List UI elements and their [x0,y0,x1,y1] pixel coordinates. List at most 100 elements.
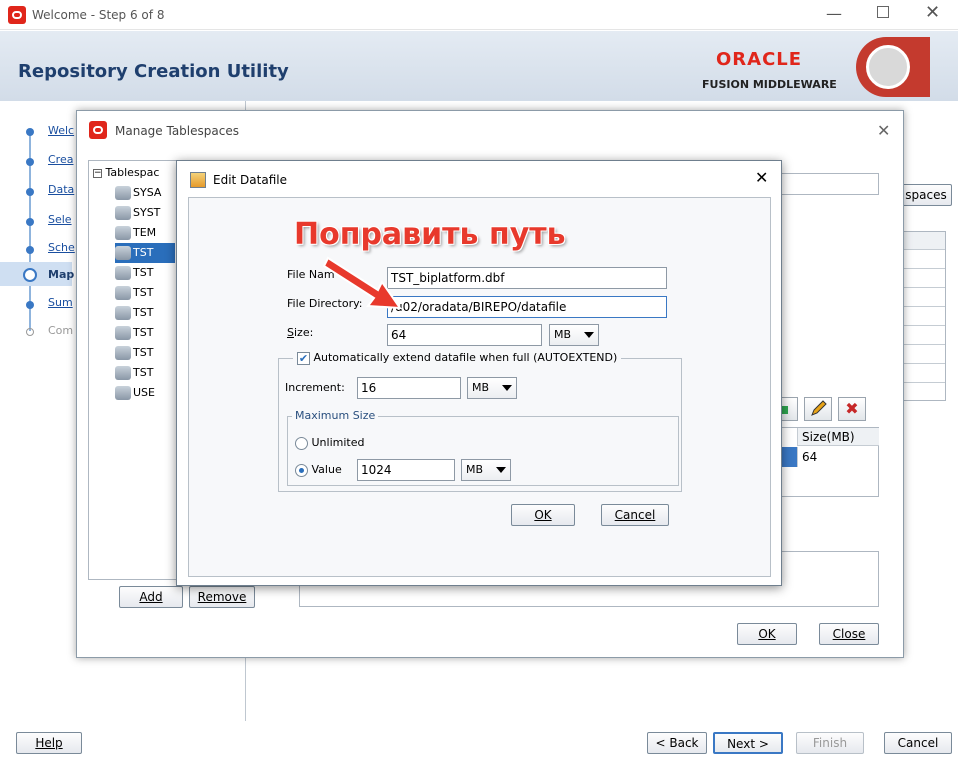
tree-item-label: TST [133,286,154,299]
edit-datafile-pencil-icon[interactable] [804,397,832,421]
chevron-down-icon [502,385,512,391]
step-map[interactable]: Map [48,268,74,281]
database-icon [115,286,131,300]
manage-dialog-title: Manage Tablespaces [115,124,239,138]
tree-item-label: USE [133,386,155,399]
tree-item-label: TST [133,346,154,359]
increment-input[interactable]: 16 [357,377,461,399]
value-radio[interactable] [295,463,308,477]
tree-item-label: SYST [133,206,161,219]
next-button[interactable]: Next > [713,732,783,754]
oracle-dialog-icon [89,121,107,139]
tree-item-label: TST [133,326,154,339]
tree-item-tablespace[interactable]: TST [115,243,175,263]
autoextend-checkbox-row[interactable]: ✔ Automatically extend datafile when ful… [293,351,622,365]
size-label: S64ize: [287,326,314,339]
edit-ok-button[interactable]: OK [511,504,575,526]
file-directory-input[interactable]: /u02/oradata/BIREPO/datafile [387,296,667,318]
unlimited-radio-row[interactable]: Unlimited [295,436,364,450]
current-step-indicator [23,268,37,282]
tree-item-tablespace[interactable]: TST [115,323,153,343]
step-select[interactable]: Sele [48,213,72,226]
tree-item-label: SYSA [133,186,162,199]
database-icon [115,306,131,320]
autoextend-checkbox[interactable]: ✔ [297,351,310,365]
tree-item-tablespace[interactable]: USE [115,383,155,403]
tree-item-tablespace[interactable]: TST [115,263,153,283]
step-schema[interactable]: Sche [48,241,75,254]
step-database[interactable]: Data [48,183,74,196]
tree-item-tablespace[interactable]: TEM [115,223,156,243]
increment-unit-select[interactable]: MB [467,377,517,399]
step-welcome[interactable]: Welc [48,124,74,137]
unlimited-radio[interactable] [295,436,308,450]
annotation-text: Поправить путь [294,217,566,252]
tree-item-label: TST [133,366,154,379]
max-value-unit-select[interactable]: MB [461,459,511,481]
edit-close-icon[interactable]: ✕ [755,168,768,187]
remove-button[interactable]: Remove [189,586,255,608]
manage-ok-button[interactable]: OK [737,623,797,645]
fusion-middleware-label: FUSION MIDDLEWARE [702,78,837,91]
autoextend-label: Automatically extend datafile when full … [313,351,618,364]
cancel-button[interactable]: Cancel [884,732,952,754]
step-summary[interactable]: Sum [48,296,73,309]
back-button[interactable]: < Back [647,732,707,754]
edit-form: File Nam TST_biplatform.dbf File Directo… [188,197,771,577]
tree-item-label: TST [133,266,154,279]
database-icon [115,246,131,260]
database-icon [115,346,131,360]
max-value-input[interactable]: 1024 [357,459,455,481]
database-icon [115,366,131,380]
tree-item-label: TST [133,246,154,259]
help-button[interactable]: Help [16,732,82,754]
tree-item-tablespace[interactable]: TST [115,283,153,303]
main-titlebar: Welcome - Step 6 of 8 — ✕ [0,0,958,30]
annotation-arrow-icon [322,256,402,310]
database-icon [115,226,131,240]
size-cell[interactable]: 64 [797,447,879,467]
finish-button: Finish [796,732,864,754]
database-icon [115,266,131,280]
maximize-icon[interactable] [877,6,889,18]
close-icon[interactable]: ✕ [925,2,940,23]
database-icon [115,206,131,220]
oracle-logo: ORACLE [716,49,803,70]
page-title: Repository Creation Utility [18,61,289,82]
size-input[interactable]: 64 [387,324,542,346]
database-icon [115,386,131,400]
edit-cancel-button[interactable]: Cancel [601,504,669,526]
tree-item-tablespace[interactable]: SYSA [115,183,161,203]
maximum-size-label: Maximum Size [292,409,379,422]
tree-item-tablespace[interactable]: SYST [115,203,160,223]
manage-tablespaces-button[interactable]: spaces [900,184,952,206]
header-banner: Repository Creation Utility ORACLE FUSIO… [0,31,958,101]
minimize-icon[interactable]: — [826,4,842,23]
edit-dialog-title: Edit Datafile [213,173,287,187]
tree-item-label: TEM [133,226,157,239]
brand-graphic [856,37,930,97]
tree-root[interactable]: − Tablespac [93,163,159,183]
database-icon [115,326,131,340]
size-column-header[interactable]: Size(MB) [797,428,879,446]
tree-item-label: TST [133,306,154,319]
step-complete: Com [48,324,74,337]
add-button[interactable]: Add [119,586,183,608]
step-create[interactable]: Crea [48,153,73,166]
java-app-icon [190,172,206,188]
tree-item-tablespace[interactable]: TST [115,303,153,323]
chevron-down-icon [584,332,594,338]
database-icon [115,186,131,200]
oracle-app-icon [8,6,26,24]
size-unit-select[interactable]: MB [549,324,599,346]
manage-close-icon[interactable]: ✕ [877,121,890,140]
manage-close-button[interactable]: Close [819,623,879,645]
tree-item-tablespace[interactable]: TST [115,343,153,363]
value-radio-row[interactable]: Value [295,463,342,477]
window-title: Welcome - Step 6 of 8 [32,8,165,22]
file-name-input[interactable]: TST_biplatform.dbf [387,267,667,289]
tree-item-tablespace[interactable]: TST [115,363,153,383]
increment-label: Increment: [285,381,345,394]
collapse-icon[interactable]: − [93,168,102,178]
delete-datafile-icon[interactable]: ✖ [838,397,866,421]
